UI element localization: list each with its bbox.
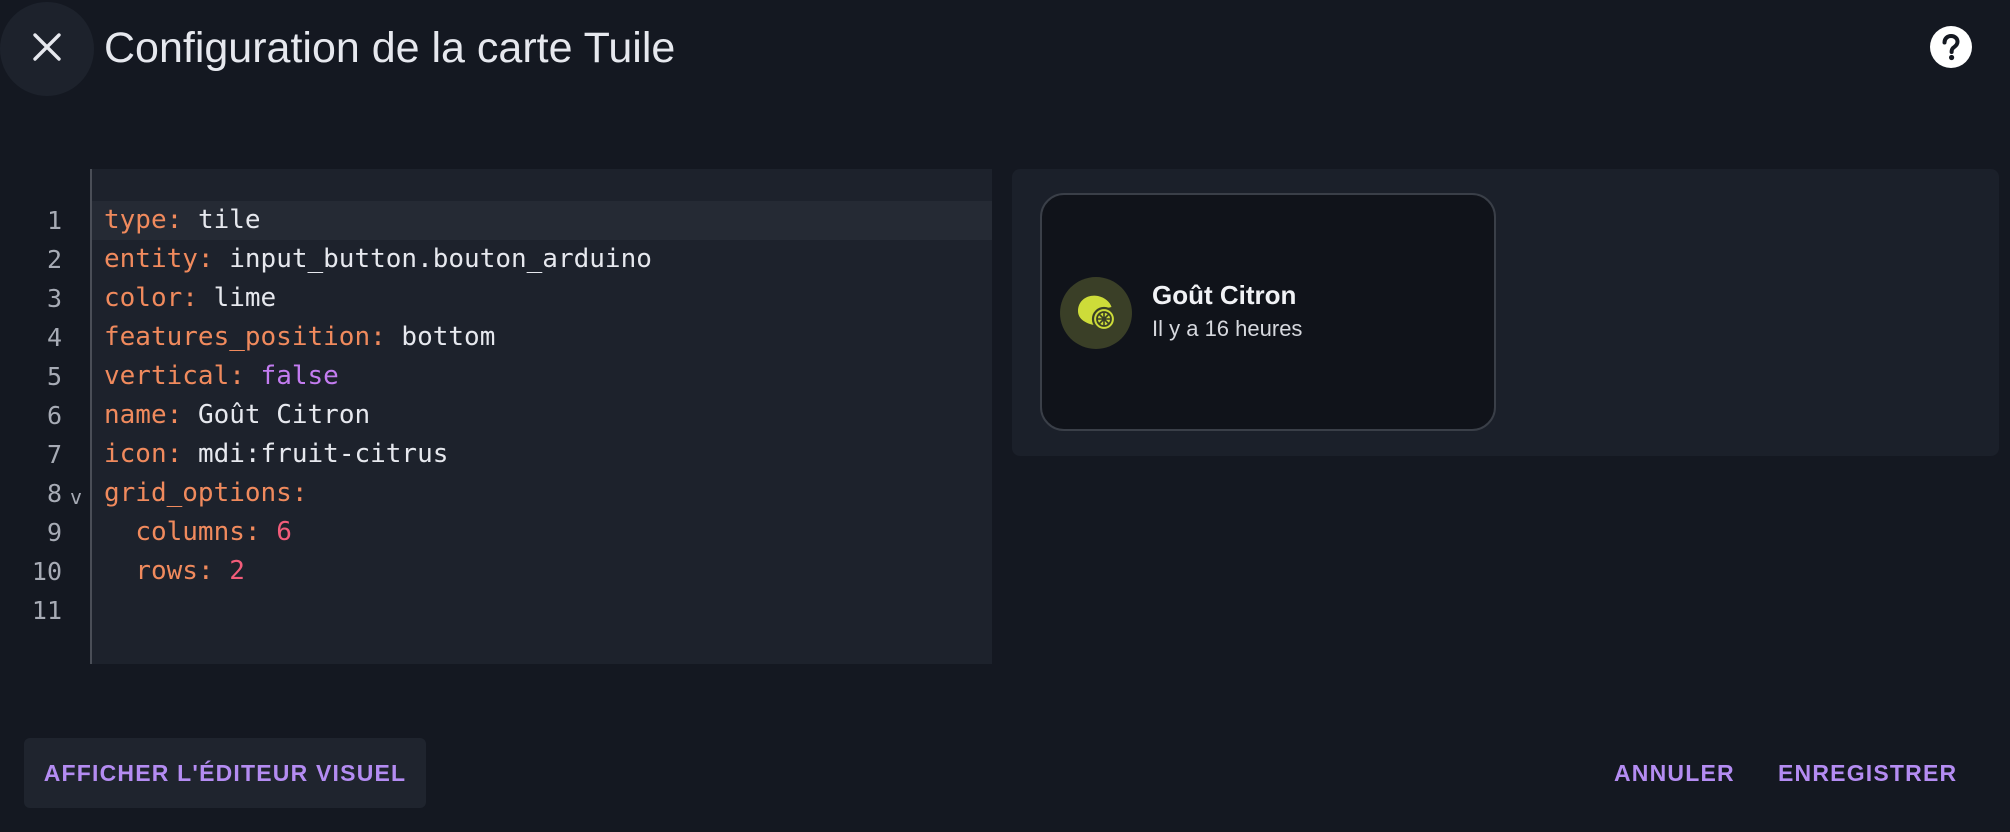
code-line[interactable]: type: tile (92, 201, 992, 240)
code-line[interactable]: features_position: bottom (92, 318, 992, 357)
show-visual-editor-button[interactable]: AFFICHER L'ÉDITEUR VISUEL (24, 738, 426, 808)
cancel-button[interactable]: ANNULER (1614, 738, 1735, 808)
tile-card[interactable]: Goût Citron Il y a 16 heures (1040, 193, 1496, 431)
yaml-value: bottom (401, 322, 496, 352)
code-line-text: color: lime (104, 279, 276, 318)
help-circle-icon (1928, 24, 1974, 75)
yaml-value: mdi:fruit-citrus (197, 439, 449, 469)
line-number: 1 (46, 206, 62, 235)
code-line-text: grid_options: (104, 474, 308, 513)
yaml-key: color (104, 283, 183, 313)
code-line-text: columns: 6 (104, 513, 292, 552)
tile-name: Goût Citron (1152, 280, 1297, 310)
yaml-separator: : (166, 205, 198, 235)
yaml-value: input_button.bouton_arduino (229, 244, 652, 274)
code-line-text: icon: mdi:fruit-citrus (104, 435, 448, 474)
code-line[interactable]: rows: 2 (92, 552, 992, 591)
yaml-key: icon (104, 439, 167, 469)
line-number: 9 (46, 518, 62, 547)
code-line-text: type: tile (104, 201, 261, 240)
yaml-key: features_position (104, 322, 371, 352)
yaml-separator: : (166, 439, 198, 469)
code-line[interactable]: grid_options: (92, 474, 992, 513)
line-number: 4 (46, 323, 62, 352)
yaml-key: name (104, 400, 167, 430)
line-number: 2 (46, 245, 62, 274)
code-line[interactable]: color: lime (92, 279, 992, 318)
line-number: 11 (31, 596, 62, 625)
yaml-value: 6 (276, 517, 292, 547)
fruit-citrus-icon (1074, 289, 1118, 338)
yaml-key: grid_options (104, 478, 292, 508)
line-number: 5 (46, 362, 62, 391)
code-line[interactable]: icon: mdi:fruit-citrus (92, 435, 992, 474)
line-number: 3 (46, 284, 62, 313)
close-icon (30, 30, 64, 69)
yaml-key: rows (135, 556, 198, 586)
fold-toggle[interactable]: v (70, 478, 82, 517)
yaml-separator: : (197, 556, 230, 586)
editor-gutter: 1 2 3 4 5 6 7 8 v 9 10 11 (0, 169, 92, 664)
line-number: 8 (46, 479, 62, 508)
dialog-title: Configuration de la carte Tuile (104, 24, 676, 72)
card-preview: Goût Citron Il y a 16 heures (1012, 169, 1999, 456)
yaml-value: 2 (229, 556, 245, 586)
yaml-separator: : (182, 283, 214, 313)
close-button[interactable] (0, 2, 94, 96)
yaml-key: columns (135, 517, 245, 547)
yaml-value: Goût Citron (197, 400, 371, 430)
code-line-text: vertical: false (104, 357, 339, 396)
yaml-editor[interactable]: 1 2 3 4 5 6 7 8 v 9 10 11 type: tile entity: input_b… (0, 169, 992, 664)
tile-state: Il y a 16 heures (1152, 316, 1303, 341)
yaml-separator: : (229, 361, 261, 391)
tile-icon-badge[interactable] (1060, 277, 1132, 349)
yaml-key: vertical (104, 361, 230, 391)
save-button[interactable]: ENREGISTRER (1778, 738, 1957, 808)
yaml-separator: : (197, 244, 230, 274)
code-line[interactable]: entity: input_button.bouton_arduino (92, 240, 992, 279)
editor-content[interactable]: type: tile entity: input_button.bouton_ar… (92, 169, 992, 664)
help-button[interactable] (1928, 24, 1974, 75)
code-line-text: name: Goût Citron (104, 396, 370, 435)
code-line-text: rows: 2 (104, 552, 245, 591)
code-line-text: entity: input_button.bouton_arduino (104, 240, 652, 279)
code-line-text: features_position: bottom (104, 318, 495, 357)
yaml-separator: : (370, 322, 402, 352)
code-line[interactable] (92, 591, 992, 630)
line-number: 10 (31, 557, 62, 586)
yaml-key: entity (104, 244, 198, 274)
yaml-separator: : (291, 478, 308, 508)
yaml-value: lime (213, 283, 277, 313)
yaml-value: tile (197, 205, 261, 235)
line-number: 6 (46, 401, 62, 430)
line-number: 7 (46, 440, 62, 469)
yaml-separator: : (166, 400, 198, 430)
yaml-value: false (260, 361, 339, 391)
code-line[interactable]: vertical: false (92, 357, 992, 396)
code-line[interactable]: name: Goût Citron (92, 396, 992, 435)
code-line[interactable]: columns: 6 (92, 513, 992, 552)
yaml-key: type (104, 205, 167, 235)
yaml-separator: : (244, 517, 277, 547)
